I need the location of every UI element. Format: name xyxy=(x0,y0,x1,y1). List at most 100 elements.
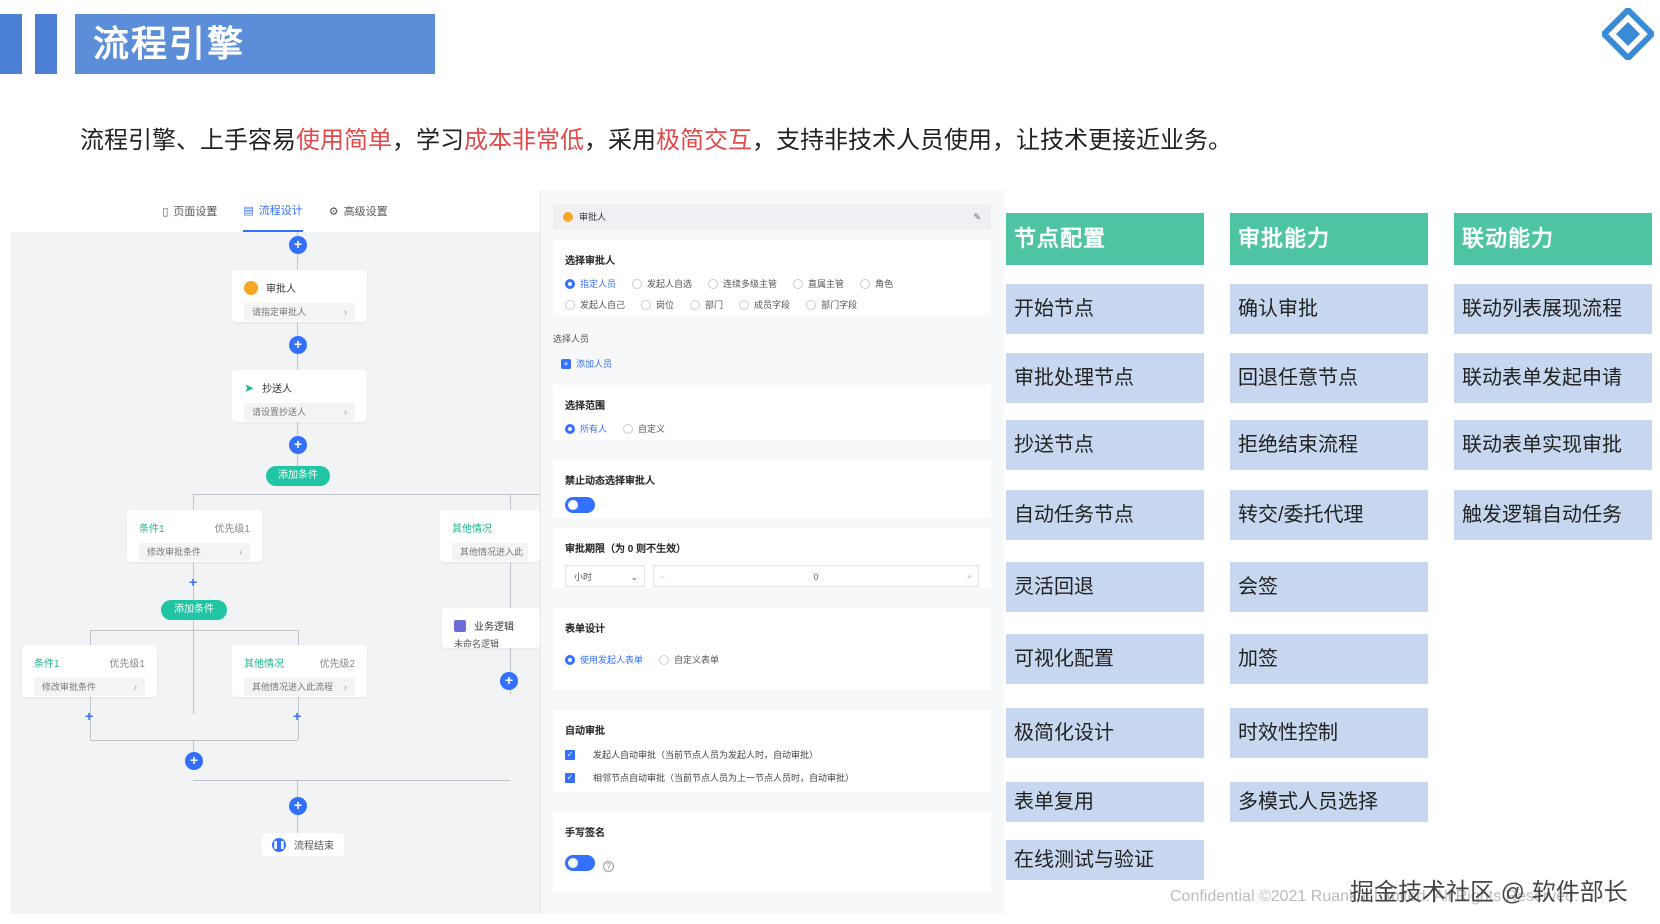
auto-approve-initiator[interactable]: ✓ 发起人自动审批（当前节点人员为发起人时，自动审批） xyxy=(553,743,991,766)
add-node-button[interactable]: + xyxy=(289,336,307,354)
connector-line xyxy=(193,780,510,781)
other-condition-body[interactable]: 其他情况进入此流程 › xyxy=(244,678,355,696)
minus-icon[interactable]: − xyxy=(660,566,665,588)
add-node-button[interactable]: + xyxy=(185,752,203,770)
logic-icon xyxy=(454,619,466,632)
radio-role[interactable]: 角色 xyxy=(860,277,893,290)
add-person-button[interactable]: + 添加人员 xyxy=(561,357,612,370)
feature-item: 审批处理节点 xyxy=(1006,353,1204,403)
feature-item: 开始节点 xyxy=(1006,284,1204,334)
add-node-button[interactable]: + xyxy=(189,574,197,590)
radio-member-field[interactable]: 成员字段 xyxy=(739,298,790,311)
chevron-right-icon: › xyxy=(134,682,137,692)
chevron-down-icon: ⌄ xyxy=(630,572,638,582)
feature-item: 联动列表展现流程 xyxy=(1454,284,1652,334)
tab-advanced-settings[interactable]: ⚙ 高级设置 xyxy=(329,191,388,231)
checkbox-checked-icon[interactable]: ✓ xyxy=(565,772,575,783)
chevron-right-icon: › xyxy=(239,547,242,557)
feature-item: 可视化配置 xyxy=(1006,634,1204,684)
other-condition-node[interactable]: 其他情况 优先级2 其他情况进入此流程 › xyxy=(232,645,367,697)
plus-icon[interactable]: + xyxy=(967,566,972,588)
condition-node[interactable]: 条件1 优先级1 修改审批条件 › xyxy=(22,645,157,697)
person-icon xyxy=(563,212,573,222)
forbid-dynamic-toggle[interactable] xyxy=(565,497,595,513)
feature-header-linkage: 联动能力 xyxy=(1454,213,1652,265)
condition-node[interactable]: 条件1 优先级1 修改审批条件 › xyxy=(127,510,262,562)
radio-all[interactable]: 所有人 xyxy=(565,422,607,435)
radio-department-field[interactable]: 部门字段 xyxy=(806,298,857,311)
header-accent-bar xyxy=(0,14,22,74)
condition-node-body[interactable]: 修改审批条件 › xyxy=(139,543,250,561)
deadline-value-stepper[interactable]: −0 + xyxy=(653,565,979,587)
add-node-button[interactable]: + xyxy=(289,797,307,815)
feature-item: 极简化设计 xyxy=(1006,708,1204,758)
feature-item: 自动任务节点 xyxy=(1006,490,1204,540)
connector-line xyxy=(90,740,298,741)
business-logic-node[interactable]: 业务逻辑 未命名逻辑 xyxy=(442,608,540,649)
person-icon xyxy=(244,280,258,295)
other-condition-node[interactable]: 其他情况 其他情况进入此 xyxy=(440,510,540,562)
other-condition-body[interactable]: 其他情况进入此 xyxy=(452,543,528,561)
radio-custom[interactable]: 自定义 xyxy=(623,422,665,435)
radio-position[interactable]: 岗位 xyxy=(641,298,674,311)
feature-item: 确认审批 xyxy=(1230,284,1428,334)
config-header: 审批人 ✎ xyxy=(553,204,991,230)
cc-node-body[interactable]: 请设置抄送人 › xyxy=(244,403,355,421)
feature-item: 表单复用 xyxy=(1006,782,1204,822)
auto-approve-section: 自动审批 ✓ 发起人自动审批（当前节点人员为发起人时，自动审批） ✓ 相邻节点自动审… xyxy=(553,710,991,792)
radio-department[interactable]: 部门 xyxy=(690,298,723,311)
form-design-section: 表单设计 使用发起人表单 自定义表单 xyxy=(553,608,991,690)
plus-icon: + xyxy=(561,358,571,369)
header-accent-bar xyxy=(35,14,57,74)
connector-line xyxy=(193,494,540,495)
feature-item: 抄送节点 xyxy=(1006,420,1204,470)
radio-custom-form[interactable]: 自定义表单 xyxy=(659,653,719,666)
approver-node[interactable]: 审批人 请指定审批人 › xyxy=(232,270,367,322)
feature-item: 会签 xyxy=(1230,562,1428,612)
brand-logo-icon xyxy=(1602,8,1654,60)
tab-flow-design[interactable]: ▤ 流程设计 xyxy=(243,190,303,232)
flow-canvas: ▯ 页面设置 ▤ 流程设计 ⚙ 高级设置 + 审批人 请指定审批人 › + ➤ 抄送人 请… xyxy=(10,190,540,914)
signature-section: 手写签名 ? xyxy=(553,812,991,892)
condition-node-body[interactable]: 修改审批条件 › xyxy=(34,678,145,696)
approver-node-body[interactable]: 请指定审批人 › xyxy=(244,303,355,321)
feature-item: 回退任意节点 xyxy=(1230,353,1428,403)
feature-item: 加签 xyxy=(1230,634,1428,684)
radio-specified-person[interactable]: 指定人员 xyxy=(565,277,616,290)
bookmark-icon: ▯ xyxy=(162,205,169,218)
edit-icon[interactable]: ✎ xyxy=(973,204,981,230)
add-node-button[interactable]: + xyxy=(289,236,307,254)
radio-multi-level-manager[interactable]: 连续多级主管 xyxy=(708,277,777,290)
deadline-unit-select[interactable]: 小时 ⌄ xyxy=(565,565,645,587)
checkbox-checked-icon[interactable]: ✓ xyxy=(565,749,575,760)
feature-item: 时效性控制 xyxy=(1230,708,1428,758)
radio-initiator-choose[interactable]: 发起人自选 xyxy=(632,277,692,290)
add-node-button[interactable]: + xyxy=(500,672,518,690)
radio-direct-manager[interactable]: 直属主管 xyxy=(793,277,844,290)
chevron-right-icon: › xyxy=(344,682,347,692)
scope-section: 选择范围 所有人 自定义 xyxy=(553,385,991,440)
add-node-button[interactable]: + xyxy=(289,436,307,454)
flow-end-node: ❚❚ 流程结束 xyxy=(262,833,344,856)
signature-toggle[interactable] xyxy=(565,855,595,871)
radio-initiator-self[interactable]: 发起人自己 xyxy=(565,298,625,311)
add-condition-button[interactable]: 添加条件 xyxy=(161,600,227,620)
radio-use-initiator-form[interactable]: 使用发起人表单 xyxy=(565,653,643,666)
add-condition-button[interactable]: 添加条件 xyxy=(266,466,330,486)
connector-line xyxy=(90,630,298,631)
stop-icon: ❚❚ xyxy=(272,837,286,852)
feature-header-approval: 审批能力 xyxy=(1230,213,1428,265)
add-node-button[interactable]: + xyxy=(293,708,301,724)
send-icon: ➤ xyxy=(244,380,255,395)
gear-icon: ⚙ xyxy=(328,205,339,218)
feature-item: 多模式人员选择 xyxy=(1230,782,1428,822)
tab-page-settings[interactable]: ▯ 页面设置 xyxy=(162,191,217,231)
select-approver-section: 选择审批人 指定人员 发起人自选 连续多级主管 直属主管 角色 发起人自己 岗位… xyxy=(553,240,991,315)
feature-header-node-config: 节点配置 xyxy=(1006,213,1204,265)
auto-approve-adjacent[interactable]: ✓ 相邻节点自动审批（当前节点人员为上一节点人员时，自动审批） xyxy=(553,766,991,789)
help-icon[interactable]: ? xyxy=(603,860,614,872)
select-person-label: 选择人员 xyxy=(553,334,590,344)
cc-node[interactable]: ➤ 抄送人 请设置抄送人 › xyxy=(232,370,367,422)
add-node-button[interactable]: + xyxy=(85,708,93,724)
feature-item: 在线测试与验证 xyxy=(1006,840,1204,880)
